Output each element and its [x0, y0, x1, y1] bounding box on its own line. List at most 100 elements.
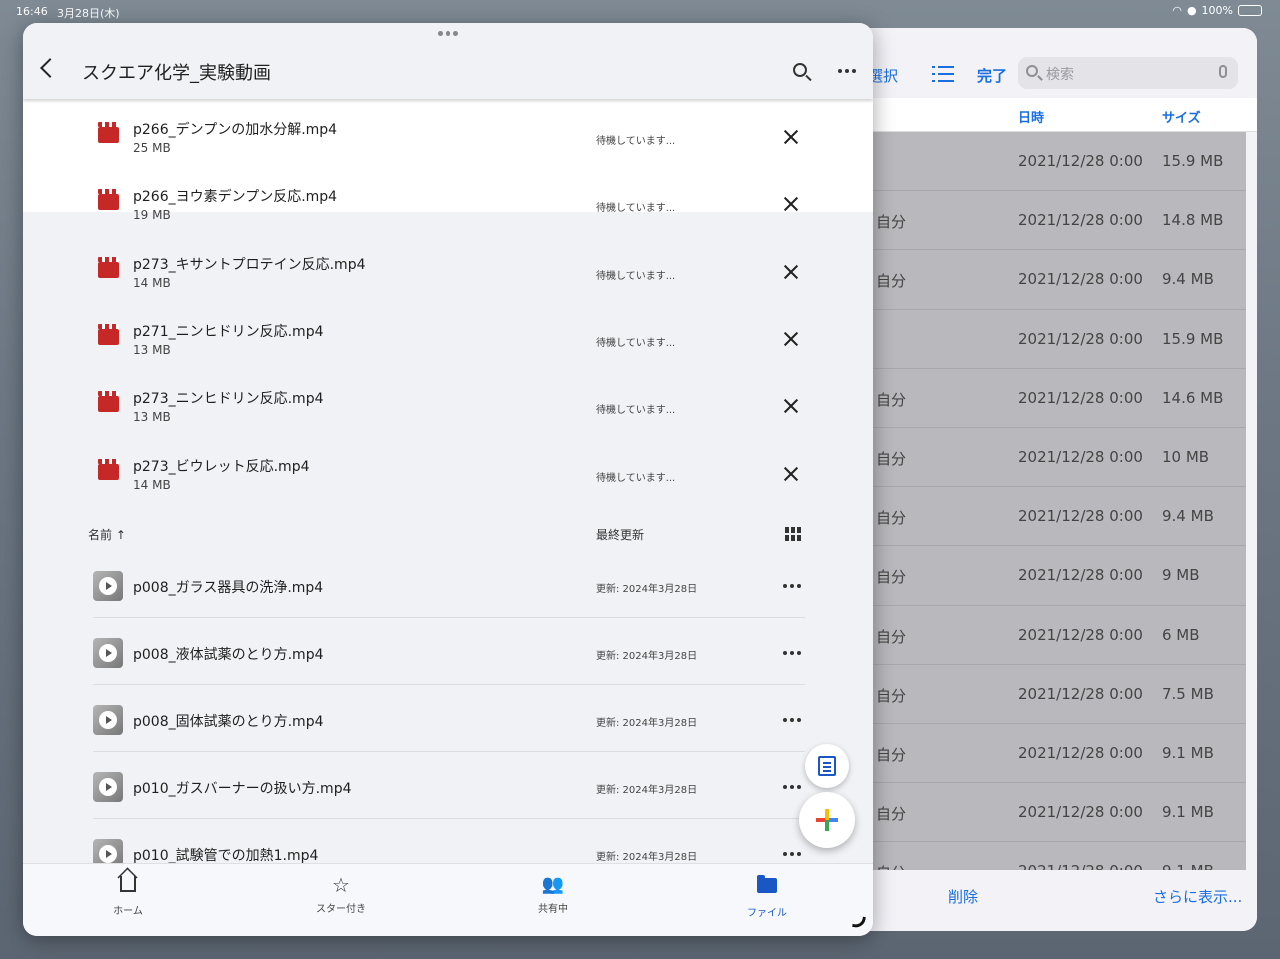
list-view-icon[interactable] — [932, 66, 954, 82]
grid-view-icon[interactable] — [785, 527, 801, 541]
date-column-header[interactable]: 日時 — [1018, 107, 1044, 126]
status-time: 16:46 — [16, 5, 48, 18]
files-search-field[interactable]: 検索 — [1018, 57, 1238, 89]
file-row[interactable]: p008_固体試薬のとり方.mp4 更新: 2024年3月28日 — [23, 685, 873, 752]
play-icon — [99, 577, 117, 595]
microphone-icon[interactable] — [1219, 65, 1227, 78]
owner-cell: 自分 — [876, 805, 907, 824]
file-row[interactable]: p010_ガスバーナーの扱い方.mp4 更新: 2024年3月28日 — [23, 752, 873, 819]
upload-status: 待機しています... — [596, 405, 676, 417]
upload-file-name: p273_ビウレット反応.mp4 — [133, 458, 310, 475]
file-modified: 更新: 2024年3月28日 — [596, 785, 698, 796]
scan-button[interactable] — [805, 744, 849, 788]
size-cell: 9.1 MB — [1162, 862, 1214, 870]
upload-file-name: p266_ヨウ素デンプン反応.mp4 — [133, 189, 338, 206]
upload-item: p271_ニンヒドリン反応.mp4 13 MB 待機しています... — [23, 301, 873, 368]
status-bar: 16:46 3月28日(木) ◠ ● 100% — [0, 0, 1280, 22]
play-icon — [99, 778, 117, 796]
more-options-icon[interactable] — [783, 651, 801, 655]
size-cell: 9.1 MB — [1162, 743, 1214, 762]
upload-status: 待機しています... — [596, 337, 676, 349]
owner-cell: 自分 — [876, 862, 906, 870]
upload-status: 待機しています... — [596, 270, 676, 282]
nav-files[interactable]: ファイル — [727, 874, 807, 919]
cancel-upload-icon[interactable] — [783, 466, 799, 482]
video-file-icon — [98, 323, 119, 345]
file-name: p010_試験管での加熱1.mp4 — [133, 848, 319, 863]
upload-status: 待機しています... — [596, 203, 676, 215]
date-cell: 2021/12/28 0:00 — [1018, 270, 1143, 289]
file-name: p010_ガスバーナーの扱い方.mp4 — [133, 781, 352, 797]
video-thumbnail — [93, 571, 123, 601]
plus-icon — [816, 809, 838, 831]
file-row[interactable]: p010_試験管での加熱1.mp4 更新: 2024年3月28日 — [23, 819, 873, 863]
date-cell: 2021/12/28 0:00 — [1018, 388, 1143, 407]
nav-home-label: ホーム — [113, 906, 143, 917]
cancel-upload-icon[interactable] — [783, 264, 799, 280]
size-cell: 15.9 MB — [1162, 329, 1224, 348]
file-modified: 更新: 2024年3月28日 — [596, 651, 698, 662]
delete-button[interactable]: 削除 — [948, 886, 978, 907]
video-file-icon — [98, 122, 119, 143]
owner-cell: 自分 — [876, 449, 907, 468]
size-cell: 9 MB — [1162, 566, 1200, 585]
file-row[interactable]: p008_液体試薬のとり方.mp4 更新: 2024年3月28日 — [23, 618, 873, 685]
owner-cell: 自分 — [876, 627, 907, 646]
drive-window: スクエア化学_実験動画 p266_デンプンの加水分解.mp4 25 MB 待機してい… — [23, 23, 873, 936]
file-row[interactable]: p008_ガラス器具の洗浄.mp4 更新: 2024年3月28日 — [23, 551, 873, 618]
nav-shared[interactable]: 👥 共有中 — [513, 874, 593, 915]
star-icon: ☆ — [332, 873, 350, 897]
upload-file-name: p273_キサントプロテイン反応.mp4 — [133, 256, 366, 273]
date-cell: 2021/12/28 0:00 — [1018, 743, 1143, 762]
date-cell: 2021/12/28 0:00 — [1018, 152, 1143, 170]
person-icon: ● — [1186, 4, 1197, 17]
video-thumbnail — [93, 772, 123, 802]
more-options-icon[interactable] — [783, 785, 801, 789]
upload-file-size: 13 MB — [133, 342, 171, 357]
folder-title: スクエア化学_実験動画 — [82, 63, 271, 84]
upload-item: p266_ヨウ素デンプン反応.mp4 19 MB 待機しています... — [23, 166, 873, 233]
nav-starred[interactable]: ☆ スター付き — [301, 874, 381, 915]
video-file-icon — [98, 256, 119, 278]
more-options-icon[interactable] — [783, 584, 801, 588]
nav-home[interactable]: ホーム — [88, 874, 168, 917]
video-file-icon — [98, 391, 119, 413]
cancel-upload-icon[interactable] — [783, 398, 799, 414]
file-modified: 更新: 2024年3月28日 — [596, 584, 698, 595]
cancel-upload-icon[interactable] — [783, 331, 799, 347]
more-options-icon[interactable] — [838, 69, 856, 73]
more-options-icon[interactable] — [783, 852, 801, 856]
owner-cell: 自分 — [876, 213, 907, 232]
play-icon — [99, 644, 117, 662]
file-modified: 更新: 2024年3月28日 — [596, 852, 698, 863]
file-name: p008_液体試薬のとり方.mp4 — [133, 647, 324, 663]
upload-file-size: 19 MB — [133, 208, 171, 223]
upload-item: p266_デンプンの加水分解.mp4 25 MB 待機しています... — [23, 99, 873, 166]
multitasking-handle[interactable] — [438, 31, 459, 37]
more-options-icon[interactable] — [783, 718, 801, 722]
file-name: p008_ガラス器具の洗浄.mp4 — [133, 580, 324, 596]
folder-icon — [757, 875, 777, 893]
size-cell: 14.6 MB — [1162, 388, 1224, 407]
date-cell: 2021/12/28 0:00 — [1018, 684, 1143, 703]
cancel-upload-icon[interactable] — [783, 129, 799, 145]
sort-by-modified-label[interactable]: 最終更新 — [596, 526, 644, 543]
upload-file-size: 13 MB — [133, 410, 171, 425]
size-column-header[interactable]: サイズ — [1162, 107, 1201, 126]
cancel-upload-icon[interactable] — [783, 196, 799, 212]
search-icon[interactable] — [793, 63, 807, 77]
size-cell: 15.9 MB — [1162, 152, 1224, 170]
done-button[interactable]: 完了 — [977, 65, 1007, 86]
play-icon — [99, 711, 117, 729]
sort-by-name-button[interactable]: 名前 ↑ — [88, 526, 126, 543]
file-modified: 更新: 2024年3月28日 — [596, 718, 698, 729]
new-button[interactable] — [799, 792, 855, 848]
date-cell: 2021/12/28 0:00 — [1018, 447, 1143, 466]
nav-starred-label: スター付き — [316, 904, 366, 915]
battery-icon — [1238, 5, 1262, 16]
back-arrow-icon[interactable] — [40, 58, 60, 78]
date-cell: 2021/12/28 0:00 — [1018, 625, 1143, 644]
size-cell: 9.4 MB — [1162, 507, 1214, 526]
more-button[interactable]: さらに表示... — [1153, 886, 1242, 907]
upload-status: 待機しています... — [596, 136, 676, 147]
